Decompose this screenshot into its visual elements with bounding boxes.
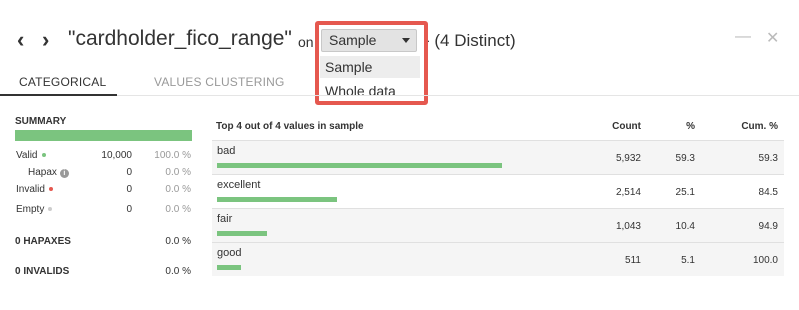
on-label: on: [298, 34, 314, 50]
summary-invalid-label: Invalid: [16, 184, 53, 195]
row-value: good: [217, 247, 242, 259]
option-sample[interactable]: Sample: [320, 56, 420, 78]
empty-dot-icon: [48, 207, 53, 212]
row-pct: 5.1: [681, 255, 695, 266]
row-cum: 100.0: [752, 255, 778, 266]
caret-down-icon: [402, 38, 410, 43]
invalids-label: 0 INVALIDS: [15, 266, 70, 277]
row-count: 511: [625, 255, 641, 266]
row-value: bad: [217, 145, 236, 157]
tab-values-clustering[interactable]: VALUES CLUSTERING: [154, 75, 285, 89]
summary-valid-pct: 100.0 %: [154, 150, 191, 161]
invalids-pct: 0.0 %: [165, 266, 191, 277]
tab-categorical[interactable]: CATEGORICAL: [19, 75, 106, 89]
row-pct: 59.3: [675, 153, 695, 164]
summary-empty-pct: 0.0 %: [165, 204, 191, 215]
chevron-left-icon[interactable]: ‹: [17, 29, 24, 51]
invalid-dot-icon: [48, 187, 53, 192]
row-count: 5,932: [615, 153, 641, 164]
sample-select-value: Sample: [329, 32, 377, 48]
table-row: excellent 2,514 25.1 84.5: [212, 174, 784, 208]
row-bar: [217, 197, 337, 202]
row-cum: 59.3: [758, 153, 778, 164]
row-bar: [217, 265, 241, 270]
option-whole-data[interactable]: Whole data: [320, 80, 420, 102]
column-title: "cardholder_fico_range": [68, 27, 292, 50]
row-bar: [217, 163, 502, 168]
table-row: fair 1,043 10.4 94.9: [212, 208, 784, 242]
row-pct: 10.4: [675, 221, 695, 232]
active-tab-indicator: [0, 94, 117, 96]
summary-title: SUMMARY: [15, 116, 67, 127]
distinct-count: - (4 Distinct): [424, 31, 516, 50]
summary-valid-label: Valid: [16, 150, 46, 161]
col-pct-header[interactable]: %: [660, 121, 695, 132]
summary-valid-bar: [15, 130, 192, 141]
info-icon[interactable]: i: [59, 169, 69, 178]
summary-hapax-label: Hapax i: [28, 167, 69, 178]
row-cum: 84.5: [758, 187, 778, 198]
summary-hapax-count: 0: [126, 167, 132, 178]
table-row: good 511 5.1 100.0: [212, 242, 784, 276]
row-value: excellent: [217, 179, 261, 191]
table-row: bad 5,932 59.3 59.3: [212, 140, 784, 174]
table-title: Top 4 out of 4 values in sample: [216, 121, 364, 132]
row-bar: [217, 231, 267, 236]
valid-dot-icon: [41, 153, 46, 158]
row-value: fair: [217, 213, 233, 225]
minus-icon[interactable]: —: [735, 28, 751, 46]
summary-invalid-pct: 0.0 %: [165, 184, 191, 195]
tab-divider: [0, 95, 799, 96]
col-count-header[interactable]: Count: [590, 121, 641, 132]
close-icon[interactable]: ✕: [766, 28, 779, 48]
row-count: 1,043: [615, 221, 641, 232]
row-pct: 25.1: [675, 187, 695, 198]
col-cum-header[interactable]: Cum. %: [720, 121, 778, 132]
summary-empty-label: Empty: [16, 204, 53, 215]
summary-empty-count: 0: [126, 204, 132, 215]
hapaxes-label: 0 HAPAXES: [15, 236, 71, 247]
row-cum: 94.9: [758, 221, 778, 232]
row-count: 2,514: [615, 187, 641, 198]
summary-valid-count: 10,000: [101, 150, 132, 161]
summary-invalid-count: 0: [126, 184, 132, 195]
hapaxes-pct: 0.0 %: [165, 236, 191, 247]
sample-select[interactable]: Sample: [321, 29, 417, 52]
summary-hapax-pct: 0.0 %: [165, 167, 191, 178]
chevron-right-icon[interactable]: ›: [42, 29, 49, 51]
